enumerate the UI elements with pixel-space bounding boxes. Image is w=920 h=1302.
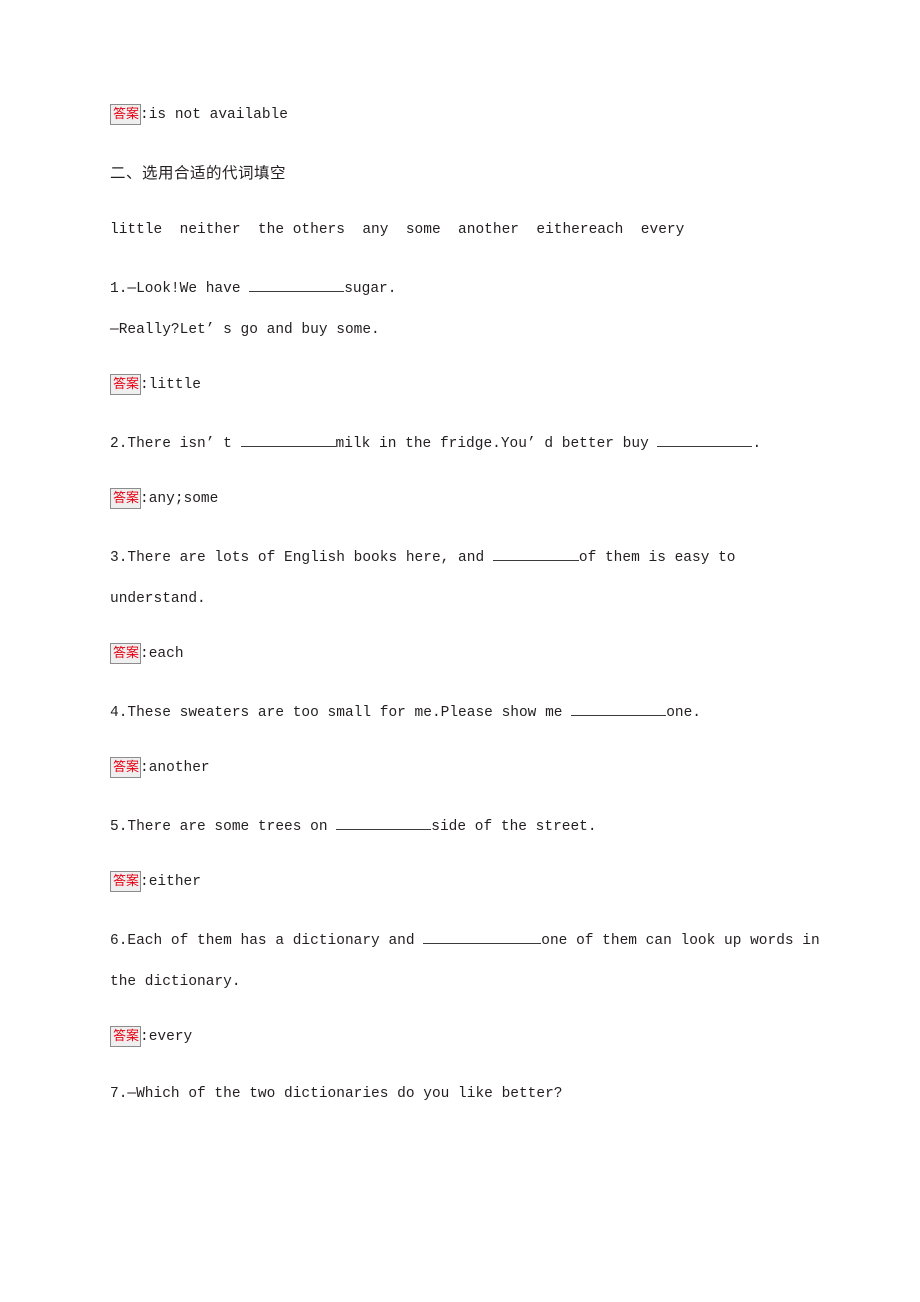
answer-row-q2: 答案: any;some [110, 488, 810, 510]
question-6-line-1: 6.Each of them has a dictionary and one … [110, 929, 820, 952]
answer-text: each [148, 646, 184, 662]
question-4-line-1: 4.These sweaters are too small for me.Pl… [110, 701, 810, 724]
answer-badge: 答案 [110, 1026, 142, 1047]
answer-colon: : [140, 377, 149, 393]
question-text: 5.There are some trees on [110, 819, 337, 835]
answer-badge: 答案 [110, 871, 142, 892]
answer-row-q4: 答案: another [110, 757, 810, 779]
answer-row-q1: 答案: little [110, 374, 810, 396]
question-text-after: . [752, 436, 762, 452]
section-heading: 二、选用合适的代词填空 [110, 164, 287, 182]
question-text: 6.Each of them has a dictionary and [110, 933, 424, 949]
question-1-line-1: 1.—Look!We have sugar. [110, 277, 810, 300]
question-2-line-1: 2.There isn’ t milk in the fridge.You’ d… [110, 432, 810, 455]
answer-badge: 答案 [110, 643, 142, 664]
answer-badge: 答案 [110, 488, 142, 509]
worksheet-page: 答案: is not available 二、选用合适的代词填空 little n… [0, 0, 920, 1302]
word-bank: little neither the others any some anoth… [110, 222, 685, 238]
question-text: 2.There isn’ t [110, 436, 241, 452]
answer-text: either [148, 874, 201, 890]
blank-field[interactable] [423, 929, 542, 944]
question-text-after: one of them can look up words in [541, 933, 820, 949]
question-text: 1.—Look!We have [110, 281, 250, 297]
blank-field[interactable] [657, 432, 753, 447]
answer-text: little [148, 377, 201, 393]
answer-row-q6: 答案: every [110, 1026, 810, 1048]
answer-text: every [148, 1029, 193, 1045]
answer-colon: : [140, 760, 149, 776]
question-text-after: sugar. [344, 281, 397, 297]
blank-field[interactable] [336, 815, 432, 830]
answer-badge: 答案 [110, 757, 142, 778]
answer-row-q3: 答案: each [110, 643, 810, 665]
blank-field[interactable] [571, 701, 667, 716]
answer-text: is not available [148, 107, 288, 123]
question-5-line-1: 5.There are some trees on side of the st… [110, 815, 810, 838]
answer-row-q5: 答案: either [110, 871, 810, 893]
question-6-line-2: the dictionary. [110, 974, 241, 990]
question-text: 4.These sweaters are too small for me.Pl… [110, 705, 572, 721]
question-7-line-1: 7.—Which of the two dictionaries do you … [110, 1086, 563, 1102]
answer-colon: : [140, 1029, 149, 1045]
content-column: 答案: is not available 二、选用合适的代词填空 little n… [110, 104, 820, 1105]
question-3-line-1: 3.There are lots of English books here, … [110, 546, 810, 569]
answer-badge: 答案 [110, 374, 142, 395]
answer-row-top: 答案: is not available [110, 104, 810, 126]
answer-badge: 答案 [110, 104, 142, 125]
question-text-mid: milk in the fridge.You’ d better buy [335, 436, 658, 452]
question-text-after: of them is easy to [578, 550, 736, 566]
blank-field[interactable] [240, 432, 336, 447]
blank-field[interactable] [249, 277, 345, 292]
question-text: 3.There are lots of English books here, … [110, 550, 493, 566]
question-text-after: one. [666, 705, 701, 721]
blank-field[interactable] [492, 546, 579, 561]
answer-colon: : [140, 107, 149, 123]
question-3-line-2: understand. [110, 591, 206, 607]
answer-text: any;some [148, 491, 219, 507]
answer-colon: : [140, 491, 149, 507]
question-1-line-2: —Really?Let’ s go and buy some. [110, 322, 380, 338]
answer-text: another [148, 760, 210, 776]
answer-colon: : [140, 874, 149, 890]
answer-colon: : [140, 646, 149, 662]
question-text-after: side of the street. [431, 819, 597, 835]
